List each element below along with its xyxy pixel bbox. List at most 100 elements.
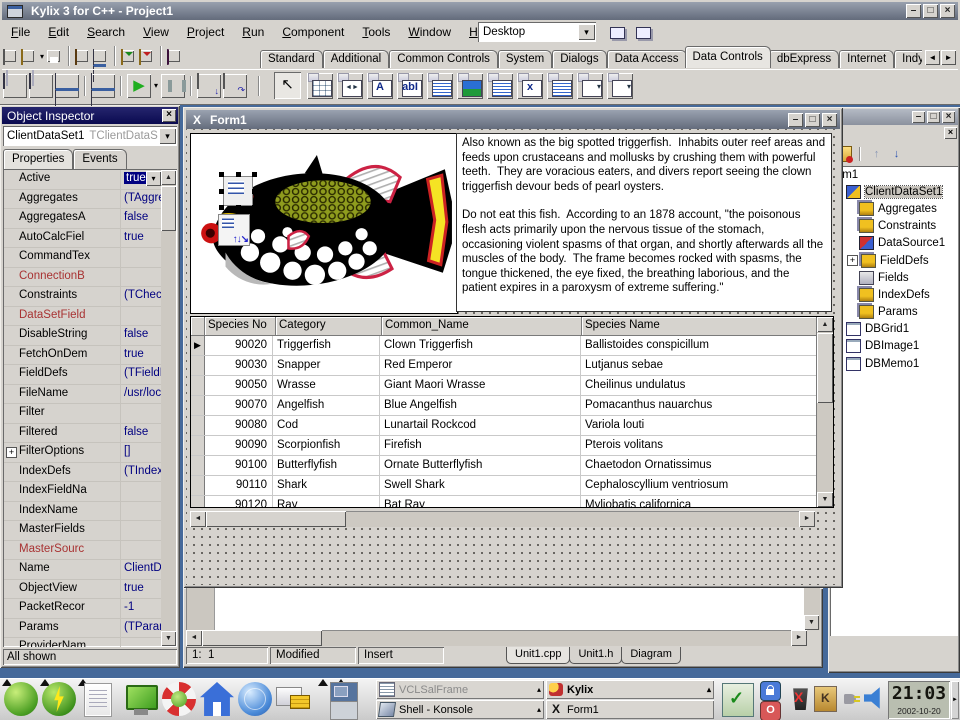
scroll-down-icon[interactable]: ▼ bbox=[804, 615, 819, 630]
selection-handle[interactable] bbox=[236, 172, 241, 177]
grid-col-header-common-name[interactable]: Common_Name bbox=[382, 317, 582, 335]
selection-handle[interactable] bbox=[219, 189, 224, 194]
palette-dbcheckbox-icon[interactable]: x bbox=[517, 73, 543, 99]
set-debug-desktop-icon[interactable] bbox=[632, 23, 654, 42]
form-designer-surface[interactable]: Also known as the big spotted triggerfis… bbox=[186, 129, 840, 585]
menu-view[interactable]: View bbox=[134, 23, 178, 41]
remove-file-button[interactable] bbox=[139, 50, 152, 62]
pause-button[interactable] bbox=[161, 74, 185, 98]
palette-tab-common-controls[interactable]: Common Controls bbox=[389, 50, 498, 68]
property-row-providernam[interactable]: ProviderNam bbox=[4, 638, 161, 647]
desktop-access-icon[interactable] bbox=[124, 685, 158, 719]
table-row[interactable]: 90090ScorpionfishFirefishPterois volitan… bbox=[191, 436, 833, 456]
table-row[interactable]: 90080CodLunartail RockcodVariola louti bbox=[191, 416, 833, 436]
palette-tab-system[interactable]: System bbox=[498, 50, 552, 68]
property-value[interactable]: /usr/local/kyli bbox=[121, 385, 161, 404]
selection-handle[interactable] bbox=[252, 189, 257, 194]
clipboard-tray-icon[interactable] bbox=[814, 686, 837, 712]
move-down-icon[interactable]: ↓ bbox=[888, 146, 905, 162]
property-row-filteroptions[interactable]: +FilterOptions[] bbox=[4, 443, 161, 463]
minimize-button[interactable]: – bbox=[906, 4, 921, 18]
property-row-mastersourc[interactable]: MasterSourc bbox=[4, 541, 161, 561]
property-row-fielddefs[interactable]: FieldDefs(TFieldDefs) bbox=[4, 365, 161, 385]
menu-project[interactable]: Project bbox=[178, 23, 233, 41]
tree-item-params[interactable]: Params bbox=[830, 304, 958, 321]
property-row-commandtex[interactable]: CommandTex bbox=[4, 248, 161, 268]
tree-item-dbimage1[interactable]: DBImage1 bbox=[830, 338, 958, 355]
property-row-active[interactable]: Activetrue▾ bbox=[4, 170, 161, 190]
tab-properties[interactable]: Properties bbox=[3, 149, 73, 169]
grid-vertical-scrollbar[interactable]: ▲ ▼ bbox=[816, 317, 833, 507]
palette-dbmemo-icon[interactable] bbox=[427, 73, 453, 99]
property-value[interactable]: true bbox=[121, 346, 161, 365]
property-row-masterfields[interactable]: MasterFields bbox=[4, 521, 161, 541]
close-button[interactable]: × bbox=[942, 111, 955, 123]
new-form-button[interactable] bbox=[91, 74, 115, 98]
palette-tab-standard[interactable]: Standard bbox=[260, 50, 323, 68]
property-value[interactable] bbox=[121, 404, 161, 423]
editor-tab-unit1-h[interactable]: Unit1.h bbox=[569, 647, 622, 664]
menu-window[interactable]: Window bbox=[399, 23, 460, 41]
palette-tab-additional[interactable]: Additional bbox=[323, 50, 390, 68]
table-row[interactable]: 90030SnapperRed EmperorLutjanus sebae bbox=[191, 356, 833, 376]
power-plug-tray-icon[interactable] bbox=[840, 686, 861, 710]
window-list-arrow-icon[interactable]: ▴ bbox=[537, 705, 541, 714]
menu-tools[interactable]: Tools bbox=[353, 23, 399, 41]
selection-handle[interactable] bbox=[236, 205, 241, 210]
grid-horizontal-scrollbar[interactable]: ◄ ► bbox=[190, 511, 815, 527]
toggle-form-unit-button[interactable] bbox=[55, 74, 79, 98]
grid-col-header-species-no[interactable]: Species No bbox=[205, 317, 276, 335]
mail-icon[interactable] bbox=[276, 687, 310, 720]
grid-col-header-category[interactable]: Category bbox=[276, 317, 382, 335]
property-value[interactable]: (TParams) bbox=[121, 619, 161, 638]
palette-tab-data-controls[interactable]: Data Controls bbox=[685, 46, 771, 68]
expand-icon[interactable]: + bbox=[6, 447, 17, 458]
dbgrid-species-table[interactable]: Species NoCategoryCommon_NameSpecies Nam… bbox=[190, 316, 834, 508]
scrollbar-thumb[interactable] bbox=[202, 630, 322, 646]
minimize-button[interactable]: – bbox=[912, 111, 925, 123]
tree-item-orm1[interactable]: orm1 bbox=[830, 166, 958, 183]
table-row[interactable]: 90110SharkSwell SharkCephaloscyllium ven… bbox=[191, 476, 833, 496]
dbmemo-description[interactable]: Also known as the big spotted triggerfis… bbox=[456, 133, 832, 312]
scroll-left-icon[interactable]: ◄ bbox=[186, 630, 202, 646]
editor-horizontal-scrollbar[interactable]: ◄ ► bbox=[186, 630, 807, 646]
open-file-button[interactable] bbox=[21, 50, 34, 62]
selection-handle[interactable] bbox=[219, 172, 224, 177]
property-row-filename[interactable]: FileName/usr/local/kyli bbox=[4, 385, 161, 405]
palette-dbradiogroup-icon[interactable] bbox=[547, 73, 573, 99]
dropdown-button[interactable]: ▾ bbox=[146, 171, 161, 186]
desktop-pager[interactable] bbox=[330, 682, 358, 720]
selection-handle[interactable] bbox=[252, 172, 257, 177]
property-value[interactable] bbox=[121, 521, 161, 540]
menu-component[interactable]: Component bbox=[273, 23, 353, 41]
tree-item-indexdefs[interactable]: IndexDefs bbox=[830, 286, 958, 303]
palette-dblistbox-icon[interactable] bbox=[487, 73, 513, 99]
property-value[interactable] bbox=[121, 248, 161, 267]
property-row-filter[interactable]: Filter bbox=[4, 404, 161, 424]
tab-events[interactable]: Events bbox=[73, 149, 126, 169]
scroll-right-icon[interactable]: ► bbox=[791, 630, 807, 646]
property-value[interactable] bbox=[121, 268, 161, 287]
close-icon[interactable]: × bbox=[944, 127, 957, 139]
maximize-button[interactable]: □ bbox=[923, 4, 938, 18]
taskbar-window-shell-konsole[interactable]: Shell - Konsole▴ bbox=[376, 700, 544, 719]
property-value[interactable]: -1 bbox=[121, 599, 161, 618]
editor-vertical-scrollbar[interactable]: ▼ bbox=[804, 588, 820, 630]
documents-icon[interactable] bbox=[84, 683, 112, 717]
pager-desktop-1[interactable] bbox=[331, 683, 357, 701]
property-value[interactable]: (TCheckConst bbox=[121, 287, 161, 306]
object-inspector-titlebar[interactable]: Object Inspector × bbox=[2, 107, 178, 124]
scroll-down-icon[interactable]: ▼ bbox=[161, 631, 176, 646]
scroll-up-icon[interactable]: ▲ bbox=[817, 317, 833, 332]
window-list-arrow-icon[interactable]: ▴ bbox=[537, 685, 541, 694]
palette-dblookupcombobox-icon[interactable] bbox=[607, 73, 633, 99]
code-editor-area[interactable] bbox=[186, 588, 804, 630]
desktop-layout-combo[interactable]: Desktop ▾ bbox=[478, 22, 596, 42]
property-value[interactable] bbox=[121, 541, 161, 560]
maximize-button[interactable]: □ bbox=[805, 113, 820, 127]
tree-item-dbgrid1[interactable]: DBGrid1 bbox=[830, 321, 958, 338]
property-row-constraints[interactable]: Constraints(TCheckConst bbox=[4, 287, 161, 307]
scrollbar-thumb[interactable] bbox=[817, 333, 833, 403]
open-dropdown-icon[interactable]: ▾ bbox=[40, 52, 44, 61]
property-row-aggregates[interactable]: Aggregates(TAggregates) bbox=[4, 190, 161, 210]
